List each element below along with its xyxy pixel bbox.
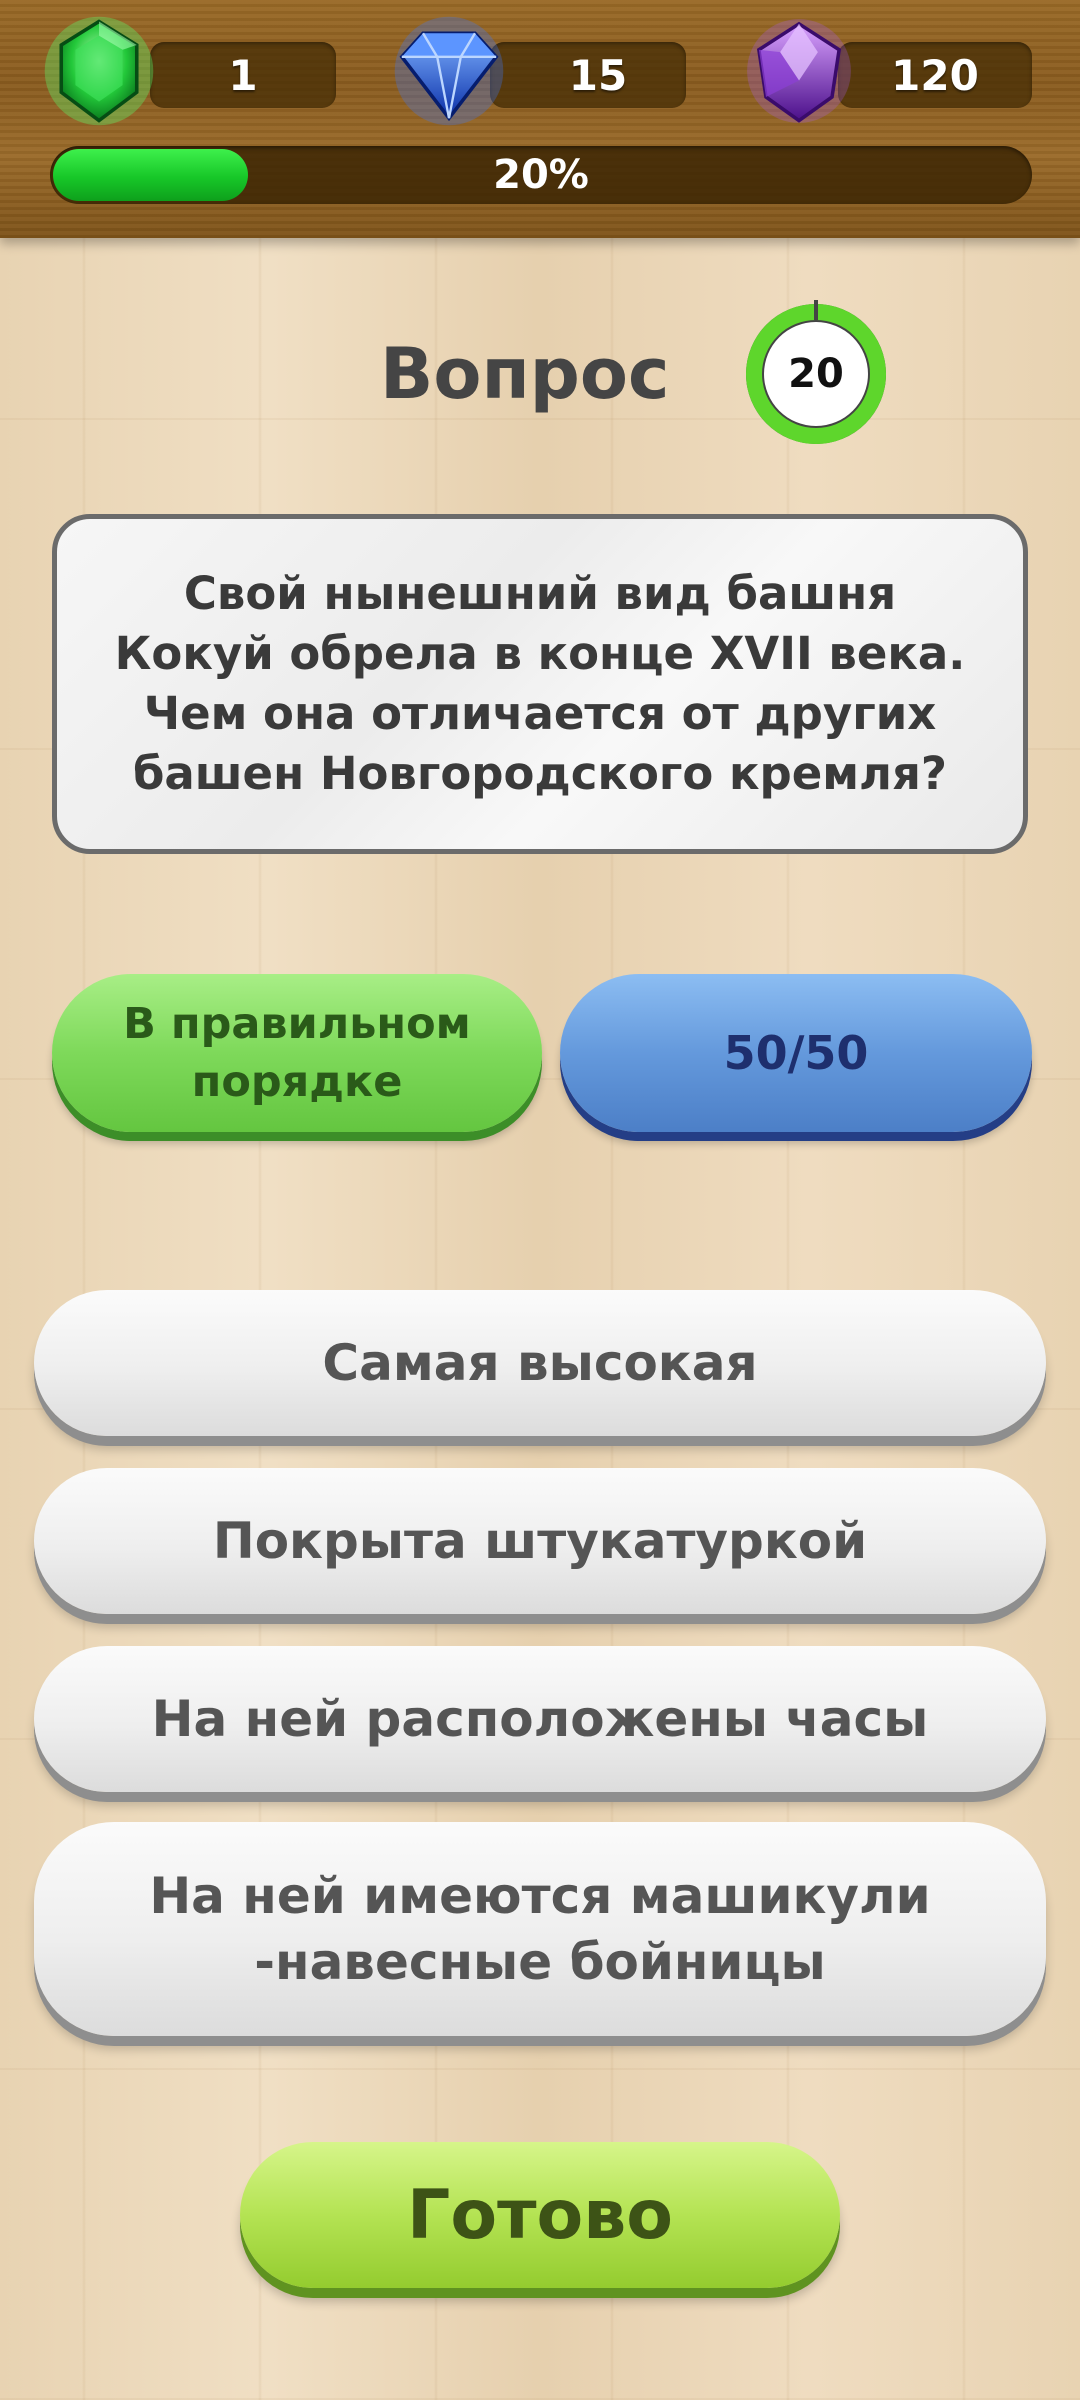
green-gem-count: 1 (228, 50, 258, 100)
question-text: Свой нынешний вид башня Кокуй обрела в к… (114, 567, 966, 800)
timer-value: 20 (788, 351, 844, 397)
fifty-fifty-button[interactable]: 50/50 (560, 974, 1032, 1132)
correct-order-hint-label: В правильном порядке (123, 999, 471, 1107)
done-button[interactable]: Готово (240, 2142, 840, 2288)
blue-gem-icon (394, 16, 504, 126)
answer-option-3[interactable]: На ней расположены часы (34, 1646, 1046, 1792)
answer-option-4[interactable]: На ней имеются машикули -навесные бойниц… (34, 1822, 1046, 2036)
green-gem-icon (44, 16, 154, 126)
answer-label: На ней расположены часы (151, 1690, 929, 1748)
purple-gem-count: 120 (891, 50, 979, 100)
answer-label: Самая высокая (322, 1334, 758, 1392)
fifty-fifty-label: 50/50 (723, 1026, 869, 1080)
progress-label: 20% (493, 152, 589, 198)
blue-gem-counter[interactable]: 15 (490, 42, 686, 108)
answer-label: На ней имеются машикули -навесные бойниц… (149, 1867, 931, 1991)
progress-bar: 20% (50, 146, 1032, 204)
purple-gem-counter[interactable]: 120 (838, 42, 1032, 108)
correct-order-hint-button[interactable]: В правильном порядке (52, 974, 542, 1132)
purple-gem-icon (747, 19, 851, 123)
answer-option-1[interactable]: Самая высокая (34, 1290, 1046, 1436)
blue-gem-count: 15 (568, 50, 628, 100)
top-bar: 1 15 120 20% (0, 0, 1080, 238)
done-label: Готово (407, 2175, 673, 2255)
green-gem-counter[interactable]: 1 (150, 42, 336, 108)
answer-label: Покрыта штукатуркой (212, 1512, 868, 1570)
question-card: Свой нынешний вид башня Кокуй обрела в к… (52, 514, 1028, 854)
question-title: Вопрос (380, 333, 670, 415)
timer: 20 (740, 298, 892, 450)
answer-option-2[interactable]: Покрыта штукатуркой (34, 1468, 1046, 1614)
